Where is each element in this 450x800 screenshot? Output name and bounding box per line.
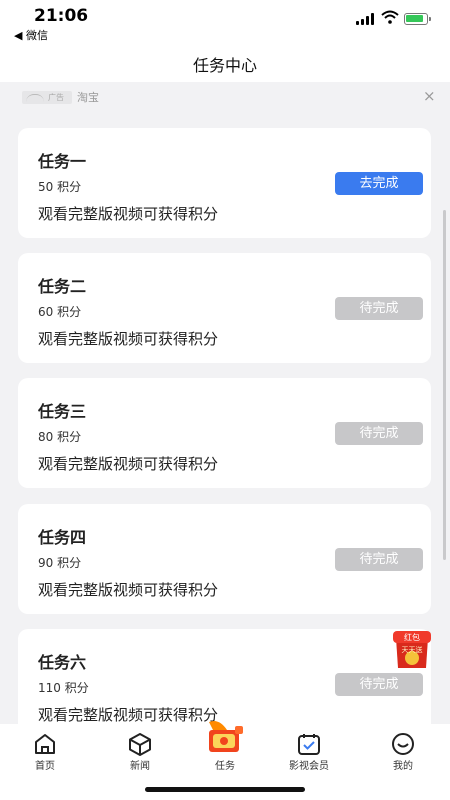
pending-button[interactable]: 待完成 bbox=[335, 548, 423, 571]
ad-close-icon[interactable]: × bbox=[423, 87, 436, 105]
task-card: 任务四 90 积分 观看完整版视频可获得积分 待完成 bbox=[18, 504, 431, 614]
tab-vip[interactable]: 影视会员 bbox=[264, 724, 354, 776]
nav-bar: 任务中心 bbox=[0, 42, 450, 82]
task-title: 任务二 bbox=[38, 277, 87, 296]
red-packet-line1: 红包 bbox=[404, 632, 420, 642]
pending-button[interactable]: 待完成 bbox=[335, 422, 423, 445]
battery-icon bbox=[404, 13, 428, 25]
profile-icon bbox=[392, 733, 414, 755]
red-packet-badge[interactable]: 红包 天天送 bbox=[390, 628, 434, 674]
task-title: 任务一 bbox=[38, 152, 87, 171]
task-card: 任务二 60 积分 观看完整版视频可获得积分 待完成 bbox=[18, 253, 431, 363]
tab-profile-label: 我的 bbox=[393, 761, 413, 772]
task-description: 观看完整版视频可获得积分 bbox=[38, 205, 219, 223]
tab-news-label: 新闻 bbox=[130, 761, 150, 772]
task-title: 任务三 bbox=[38, 402, 87, 421]
tab-vip-label: 影视会员 bbox=[289, 761, 329, 772]
back-to-app-link[interactable]: ◀ 微信 bbox=[14, 27, 48, 43]
task-description: 观看完整版视频可获得积分 bbox=[38, 581, 219, 599]
tab-home[interactable]: 首页 bbox=[0, 724, 90, 776]
task-points: 80 积分 bbox=[38, 430, 82, 444]
tab-home-label: 首页 bbox=[35, 761, 55, 772]
vip-icon bbox=[298, 734, 320, 755]
home-icon bbox=[35, 734, 55, 754]
page-title: 任务中心 bbox=[192, 56, 257, 75]
status-bar: 21:06 ◀ 微信 bbox=[0, 0, 450, 42]
gift-box-icon bbox=[209, 721, 243, 752]
task-title: 任务四 bbox=[38, 528, 87, 547]
tab-tasks[interactable]: 任务 bbox=[180, 721, 270, 776]
task-title: 任务六 bbox=[38, 653, 87, 672]
wifi-icon bbox=[381, 10, 399, 24]
home-indicator bbox=[145, 787, 305, 792]
scrollbar[interactable] bbox=[443, 210, 446, 560]
pending-button[interactable]: 待完成 bbox=[335, 297, 423, 320]
news-icon bbox=[129, 733, 151, 756]
task-description: 观看完整版视频可获得积分 bbox=[38, 455, 219, 473]
task-card: 任务三 80 积分 观看完整版视频可获得积分 待完成 bbox=[18, 378, 431, 488]
red-packet-line2: 天天送 bbox=[402, 645, 423, 654]
task-points: 110 积分 bbox=[38, 681, 89, 695]
task-points: 60 积分 bbox=[38, 305, 82, 319]
tab-tasks-label: 任务 bbox=[215, 761, 235, 772]
ad-logo: 广告 bbox=[22, 91, 72, 104]
go-complete-button[interactable]: 去完成 bbox=[335, 172, 423, 195]
cellular-signal-icon bbox=[356, 13, 376, 25]
task-points: 50 积分 bbox=[38, 180, 82, 194]
ad-text[interactable]: 淘宝 bbox=[77, 89, 99, 105]
task-description: 观看完整版视频可获得积分 bbox=[38, 706, 219, 724]
tab-news[interactable]: 新闻 bbox=[95, 724, 185, 776]
pending-button[interactable]: 待完成 bbox=[335, 673, 423, 696]
task-points: 90 积分 bbox=[38, 556, 82, 570]
task-card: 任务一 50 积分 观看完整版视频可获得积分 去完成 bbox=[18, 128, 431, 238]
tab-profile[interactable]: 我的 bbox=[358, 724, 448, 776]
task-description: 观看完整版视频可获得积分 bbox=[38, 330, 219, 348]
status-time: 21:06 bbox=[34, 6, 89, 26]
